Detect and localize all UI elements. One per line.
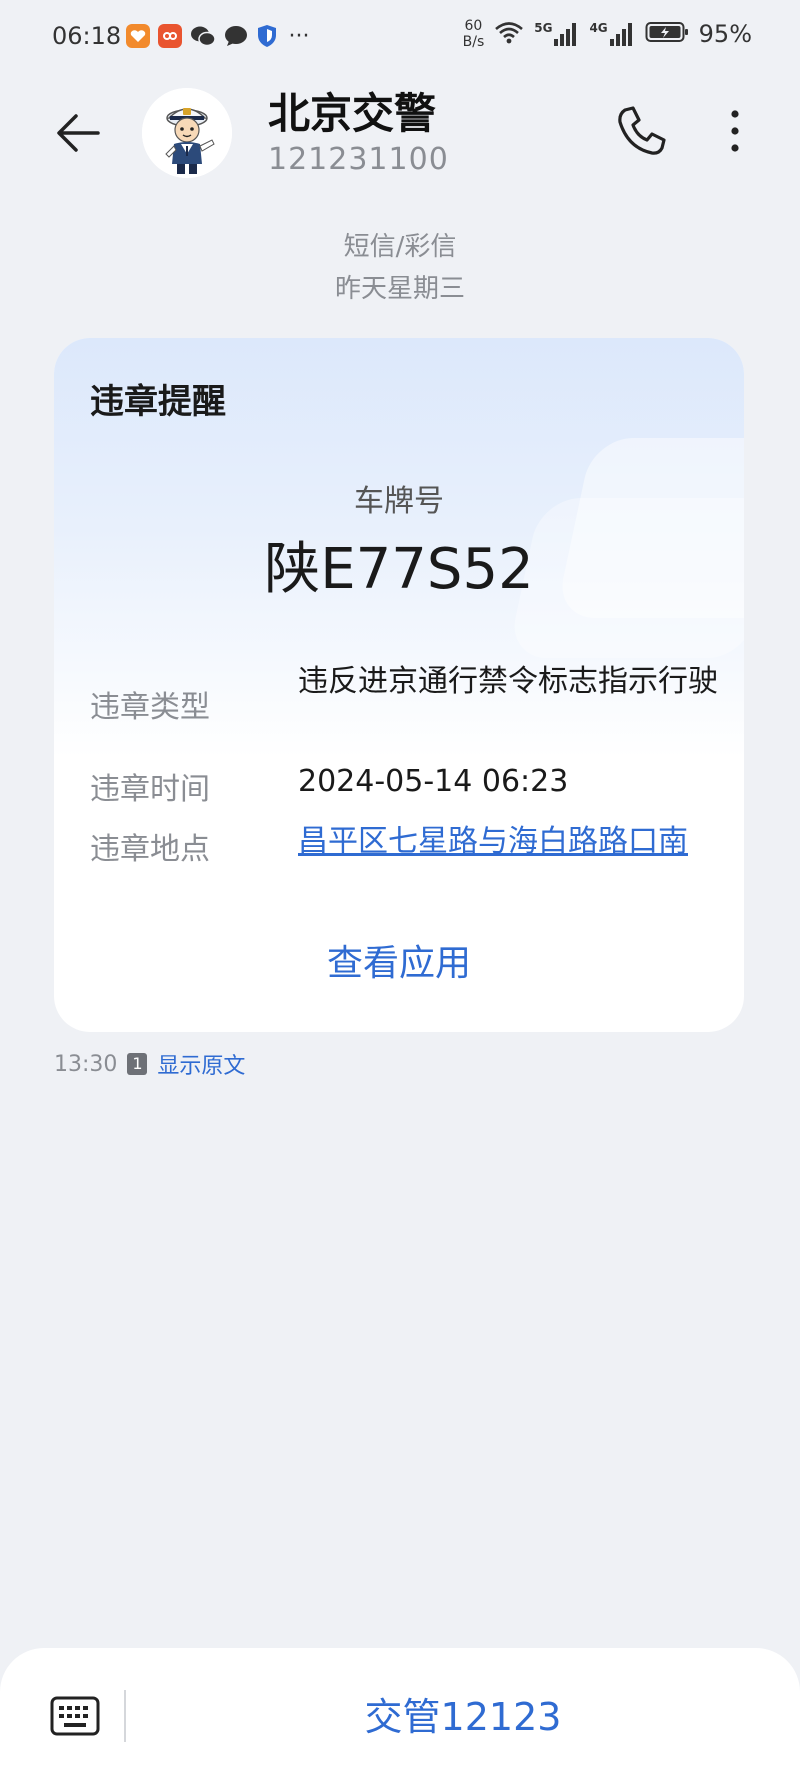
violation-time-value: 2024-05-14 06:23 — [298, 764, 569, 799]
violation-type-value: 违反进京通行禁令标志指示行驶 — [298, 664, 718, 699]
status-bar: 06:18 ··· 60 B/s 5G 4G 95% — [0, 0, 800, 72]
message-type-label: 短信/彩信 — [343, 232, 457, 262]
violation-time-label: 违章时间 — [90, 772, 210, 807]
view-app-button[interactable]: 查看应用 — [54, 934, 744, 986]
keyboard-icon — [50, 1696, 100, 1736]
more-notifications-icon: ··· — [288, 23, 310, 49]
violation-location-label: 违章地点 — [90, 832, 210, 867]
plate-label: 车牌号 — [354, 484, 444, 519]
battery-icon — [645, 20, 689, 48]
status-indicators: 60 B/s 5G 4G 95% — [463, 18, 752, 50]
violation-location-link[interactable]: 昌平区七星路与海白路路口南 — [298, 822, 718, 862]
shield-icon — [256, 24, 278, 48]
wechat-icon — [190, 25, 216, 47]
conversation-header: 北京交警 121231100 — [0, 72, 800, 192]
violation-card: 违章提醒 车牌号 陕E77S52 违章类型 违反进京通行禁令标志指示行驶 违章时… — [54, 338, 744, 1032]
status-time: 06:18 — [52, 22, 122, 50]
wifi-icon — [494, 20, 524, 48]
message-bubble-icon — [224, 25, 248, 47]
contact-number: 121231100 — [268, 142, 449, 177]
more-vert-icon — [731, 110, 739, 152]
violation-type-label: 违章类型 — [90, 690, 210, 725]
meituan-icon — [158, 24, 182, 48]
traffic-police-avatar-icon — [142, 88, 232, 178]
phone-icon — [618, 106, 666, 155]
quick-reply-app-button[interactable]: 交管12123 — [126, 1686, 800, 1741]
message-meta: 13:30 1 显示原文 — [54, 1048, 245, 1080]
back-button[interactable] — [50, 104, 108, 162]
contact-avatar[interactable] — [142, 88, 232, 178]
keyboard-button[interactable] — [50, 1694, 100, 1738]
call-button[interactable] — [612, 102, 670, 160]
show-original-link[interactable]: 显示原文 — [157, 1048, 245, 1080]
taobao-icon — [126, 24, 150, 48]
card-title: 违章提醒 — [90, 382, 226, 422]
message-time: 13:30 — [54, 1051, 118, 1077]
plate-number: 陕E77S52 — [264, 537, 534, 602]
battery-percent: 95% — [698, 20, 752, 48]
contact-name: 北京交警 — [268, 89, 437, 138]
message-date-label: 昨天星期三 — [334, 274, 465, 304]
network-speed: 60 B/s — [462, 18, 485, 50]
sim-card-icon: 1 — [127, 1053, 148, 1075]
notification-icons: ··· — [126, 23, 312, 49]
bottom-bar: 交管12123 — [0, 1648, 800, 1778]
signal-4g-icon: 4G — [589, 22, 634, 46]
more-options-button[interactable] — [720, 102, 750, 160]
signal-5g-icon: 5G — [534, 22, 579, 46]
